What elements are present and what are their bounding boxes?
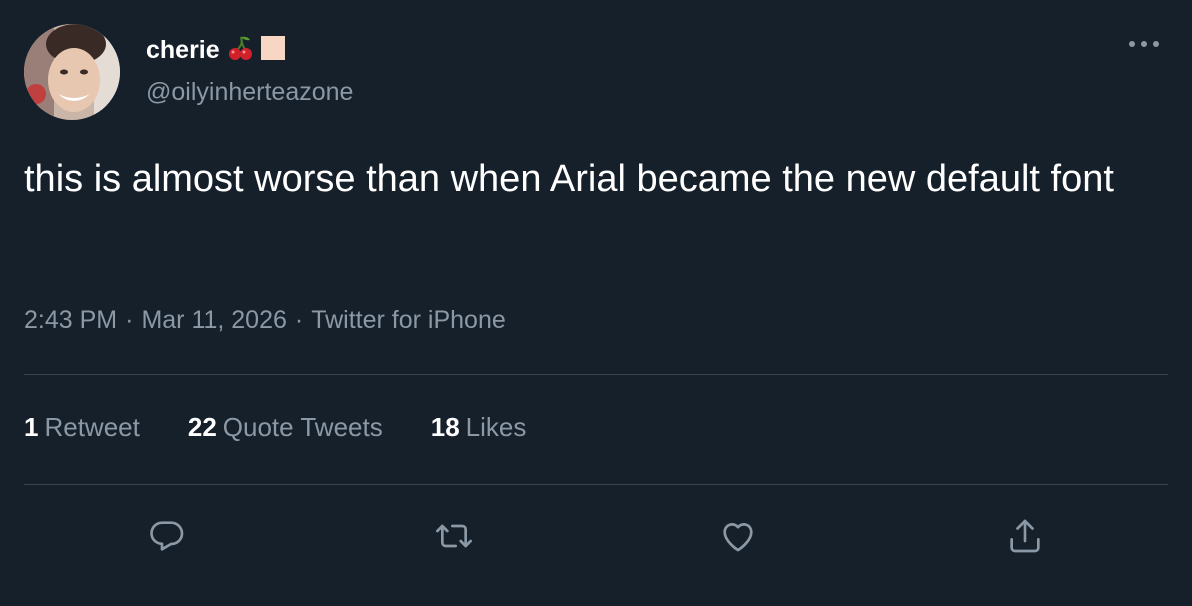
retweet-icon xyxy=(436,524,472,548)
more-icon xyxy=(1129,41,1159,47)
divider xyxy=(24,374,1168,375)
author-handle[interactable]: @oilyinherteazone xyxy=(146,78,353,107)
tweet-time[interactable]: 2:43 PM xyxy=(24,306,117,334)
tweet-date[interactable]: Mar 11, 2026 xyxy=(141,306,286,334)
tweet-stats: 1 Retweet 22 Quote Tweets 18 Likes xyxy=(24,412,526,443)
tweet-source[interactable]: Twitter for iPhone xyxy=(311,306,506,334)
quote-tweet-count: 22 xyxy=(187,412,217,442)
tweet-meta: 2:43 PM · Mar 11, 2026 · Twitter for iPhone xyxy=(24,306,506,335)
like-count: 18 xyxy=(430,412,460,442)
avatar-photo xyxy=(24,24,120,120)
likes-link[interactable]: 18 Likes xyxy=(431,412,527,443)
retweet-count-link[interactable]: 1 Retweet xyxy=(24,412,140,443)
share-button[interactable] xyxy=(1003,514,1047,558)
heart-icon xyxy=(723,523,753,552)
like-label: Likes xyxy=(465,412,527,442)
meta-separator: · xyxy=(294,306,304,334)
display-name[interactable]: cherie xyxy=(146,36,220,65)
more-options-button[interactable] xyxy=(1124,26,1164,62)
like-button[interactable] xyxy=(716,514,760,558)
tweet-card: cherie @oilyinherteazone this is almost … xyxy=(0,0,1192,606)
quote-tweet-label: Quote Tweets xyxy=(222,412,383,442)
avatar[interactable] xyxy=(24,24,120,120)
retweet-count: 1 xyxy=(24,412,39,442)
share-icon xyxy=(1010,519,1040,553)
retweet-label: Retweet xyxy=(44,412,140,442)
reply-icon xyxy=(150,521,184,551)
reply-button[interactable] xyxy=(145,514,189,558)
meta-separator: · xyxy=(125,306,134,334)
peach-square-emoji xyxy=(260,35,286,66)
author-name-row: cherie xyxy=(146,32,286,68)
divider xyxy=(24,484,1168,485)
quote-tweets-link[interactable]: 22 Quote Tweets xyxy=(188,412,383,443)
action-bar xyxy=(0,514,1192,558)
cherries-emoji xyxy=(226,34,254,67)
tweet-text: this is almost worse than when Arial bec… xyxy=(24,158,1114,200)
retweet-button[interactable] xyxy=(432,514,476,558)
